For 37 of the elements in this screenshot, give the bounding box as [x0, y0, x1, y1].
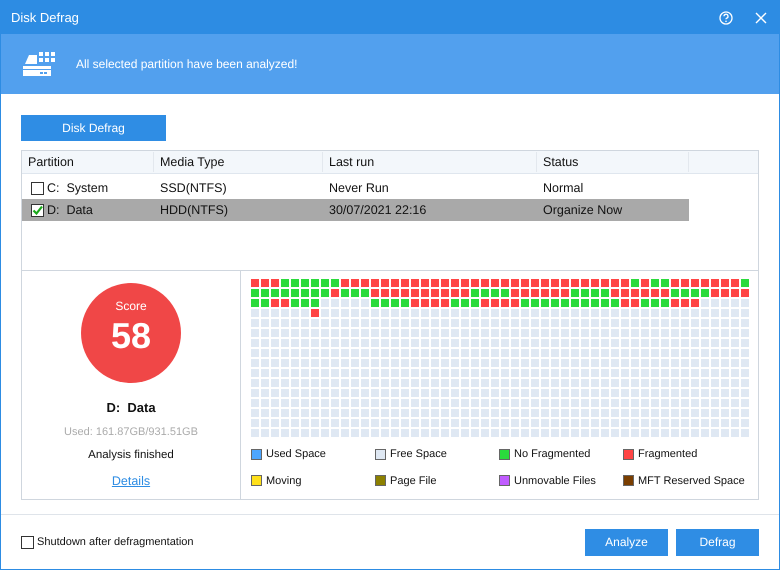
details-link[interactable]: Details: [112, 472, 150, 491]
table-cell-text: Organize Now: [542, 202, 624, 219]
disk-icon: [23, 52, 55, 76]
column-header[interactable]: Partition: [22, 152, 154, 172]
legend-label: Page File: [390, 474, 436, 488]
table-cell-text: 30/07/2021 22:16: [328, 202, 428, 219]
table-row[interactable]: C: System SSD(NTFS) Never Run Normal: [22, 177, 689, 199]
checkbox[interactable]: [21, 536, 34, 548]
checkbox[interactable]: [31, 182, 44, 194]
score-value: 58: [110, 315, 152, 357]
legend-label: Used Space: [266, 447, 326, 462]
window-title: Disk Defrag: [11, 8, 80, 27]
close-icon[interactable]: [755, 12, 767, 24]
legend-label: No Fragmented: [514, 447, 590, 462]
column-header[interactable]: Status: [537, 152, 689, 172]
column-header[interactable]: Last run: [323, 152, 537, 172]
table-cell-text: C: System: [47, 180, 108, 197]
partition-name: D: Data: [106, 399, 156, 417]
column-header[interactable]: Media Type: [154, 152, 323, 172]
table-cell-text: Never Run: [328, 180, 390, 197]
table-cell-text: HDD(NTFS): [159, 202, 230, 219]
legend-label: Moving: [266, 474, 302, 488]
checkbox[interactable]: [31, 204, 44, 216]
legend-label: MFT Reserved Space: [638, 474, 745, 488]
analysis-status: Analysis finished: [88, 448, 174, 463]
legend-label: Fragmented: [638, 447, 698, 462]
legend-label: Free Space: [390, 447, 447, 462]
used-space-text: Used: 161.87GB/931.51GB: [64, 424, 198, 440]
banner-message: All selected partition have been analyzed!: [76, 56, 298, 73]
shutdown-label: Shutdown after defragmentation: [37, 534, 194, 550]
table-cell-text: SSD(NTFS): [159, 180, 228, 197]
table-cell-text: D: Data: [47, 202, 93, 219]
legend-label: Unmovable Files: [514, 474, 596, 488]
score-label: Score: [115, 298, 147, 315]
help-icon[interactable]: [719, 10, 733, 24]
table-row[interactable]: D: Data HDD(NTFS) 30/07/2021 22:16 Organize Now: [22, 199, 689, 221]
table-cell-text: Normal: [542, 180, 584, 197]
